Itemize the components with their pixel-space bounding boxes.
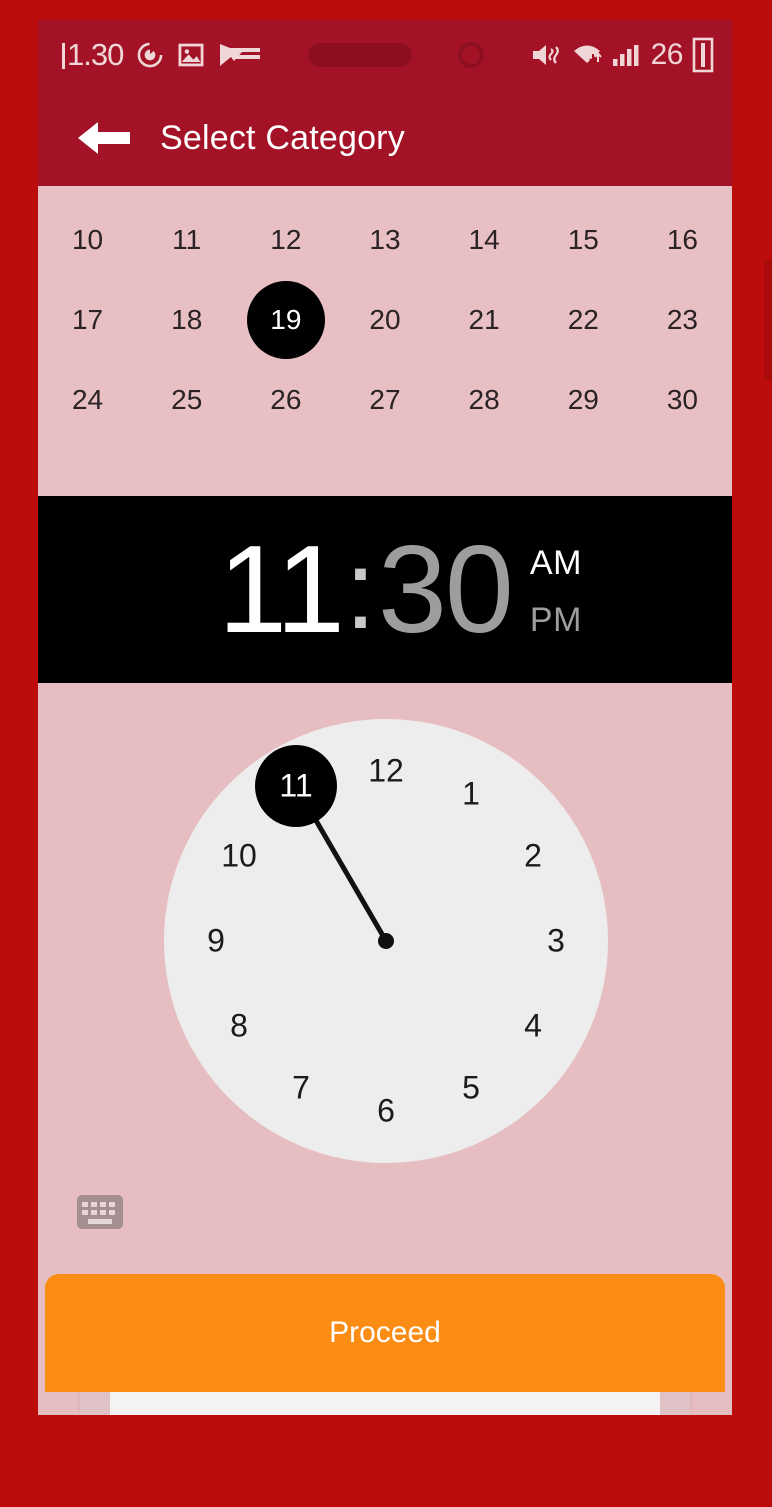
status-left-label: 1.30 [62, 39, 124, 70]
calendar-day-label: 14 [468, 224, 500, 255]
proceed-button[interactable]: Proceed [45, 1274, 725, 1392]
calendar-day-label: 29 [567, 384, 599, 415]
battery-icon [692, 37, 714, 73]
calendar-day-label: 18 [171, 304, 203, 335]
app-bar: Select Category [38, 90, 732, 186]
calendar-day-18[interactable]: 18 [137, 304, 236, 336]
back-arrow-icon[interactable] [78, 118, 132, 158]
device-frame: 1.30 26 Select Category 10 11 12 13 14 1… [0, 0, 772, 1507]
time-digits: 11 : 30 [218, 526, 514, 652]
calendar-day-17[interactable]: 17 [38, 304, 137, 336]
image-icon [177, 41, 205, 69]
calendar-day-label: 15 [567, 224, 599, 255]
calendar-day-label: 19 [270, 304, 302, 335]
calendar-day-19-selected[interactable]: 19 [236, 304, 335, 336]
circle-camera-icon [457, 42, 484, 68]
flag-check-icon [218, 42, 262, 68]
status-bar-right: 26 [530, 37, 714, 73]
meridiem-selector: AM PM [530, 544, 582, 640]
clock-picker[interactable]: 12 1 2 3 4 5 6 7 8 9 10 11 [38, 683, 732, 1265]
calendar-day-15[interactable]: 15 [534, 224, 633, 256]
calendar-day-20[interactable]: 20 [335, 304, 434, 336]
calendar-day-16[interactable]: 16 [633, 224, 732, 256]
edge-indicator [764, 260, 772, 380]
calendar-day-11[interactable]: 11 [137, 224, 236, 256]
calendar-row: 17 18 19 20 21 22 23 [38, 280, 732, 360]
pill-camera-icon [307, 43, 412, 67]
calendar-day-10[interactable]: 10 [38, 224, 137, 256]
calendar-day-24[interactable]: 24 [38, 384, 137, 416]
calendar-day-13[interactable]: 13 [335, 224, 434, 256]
calendar-day-label: 11 [172, 224, 202, 255]
sync-icon [136, 41, 164, 69]
signal-bars-icon [612, 41, 642, 69]
calendar-day-28[interactable]: 28 [435, 384, 534, 416]
phone-screen: 1.30 26 Select Category 10 11 12 13 14 1… [38, 20, 732, 1415]
camera-cutout-area [262, 42, 529, 68]
calendar-strip: 10 11 12 13 14 15 16 17 18 19 20 21 22 2… [38, 186, 732, 496]
calendar-day-12[interactable]: 12 [236, 224, 335, 256]
calendar-row: 10 11 12 13 14 15 16 [38, 200, 732, 280]
calendar-day-label: 17 [71, 304, 104, 335]
clock-number-4[interactable]: 4 [524, 1008, 542, 1045]
calendar-day-label: 30 [666, 384, 698, 415]
calendar-day-label: 27 [369, 384, 401, 415]
clock-number-8[interactable]: 8 [230, 1008, 248, 1045]
clock-number-11-selected[interactable]: 11 [279, 768, 312, 805]
calendar-day-label: 28 [468, 384, 500, 415]
calendar-day-label: 23 [666, 304, 698, 335]
calendar-day-label: 26 [270, 384, 302, 415]
status-bar-left: 1.30 [62, 39, 262, 71]
keyboard-icon[interactable] [77, 1195, 123, 1229]
mute-vibrate-icon [530, 41, 562, 69]
battery-percent-label: 26 [650, 38, 684, 71]
calendar-day-25[interactable]: 25 [137, 384, 236, 416]
clock-number-2[interactable]: 2 [524, 838, 542, 875]
clock-number-9[interactable]: 9 [207, 923, 225, 960]
calendar-day-27[interactable]: 27 [335, 384, 434, 416]
background-card-strip [110, 1391, 660, 1415]
clock-number-12[interactable]: 12 [368, 753, 404, 790]
clock-number-1[interactable]: 1 [462, 776, 480, 813]
footer-area: Proceed [38, 1265, 732, 1415]
clock-number-10[interactable]: 10 [221, 838, 257, 875]
clock-number-6[interactable]: 6 [377, 1093, 395, 1130]
clock-number-7[interactable]: 7 [292, 1070, 310, 1107]
calendar-day-29[interactable]: 29 [534, 384, 633, 416]
calendar-day-label: 22 [567, 304, 599, 335]
calendar-day-30[interactable]: 30 [633, 384, 732, 416]
calendar-day-label: 20 [369, 304, 401, 335]
hour-value[interactable]: 11 [218, 528, 345, 652]
status-bar: 1.30 26 [38, 20, 732, 90]
am-option[interactable]: AM [530, 544, 582, 583]
pm-option[interactable]: PM [530, 601, 582, 640]
calendar-day-26[interactable]: 26 [236, 384, 335, 416]
calendar-day-label: 13 [369, 224, 401, 255]
calendar-day-23[interactable]: 23 [633, 304, 732, 336]
calendar-row: 24 25 26 27 28 29 30 [38, 360, 732, 440]
calendar-day-label: 16 [666, 224, 698, 255]
clock-number-3[interactable]: 3 [547, 923, 565, 960]
calendar-day-label: 12 [270, 224, 302, 255]
time-display: 11 : 30 AM PM [38, 496, 732, 683]
calendar-day-label: 10 [71, 224, 104, 255]
calendar-day-14[interactable]: 14 [435, 224, 534, 256]
calendar-day-label: 25 [171, 384, 203, 415]
time-separator: : [344, 526, 376, 652]
calendar-day-22[interactable]: 22 [534, 304, 633, 336]
calendar-day-label: 24 [71, 384, 104, 415]
calendar-day-21[interactable]: 21 [435, 304, 534, 336]
page-title: Select Category [160, 118, 405, 157]
clock-number-5[interactable]: 5 [462, 1070, 480, 1107]
minute-value[interactable]: 30 [378, 528, 514, 652]
wifi-icon [571, 41, 603, 69]
calendar-day-label: 21 [468, 304, 500, 335]
